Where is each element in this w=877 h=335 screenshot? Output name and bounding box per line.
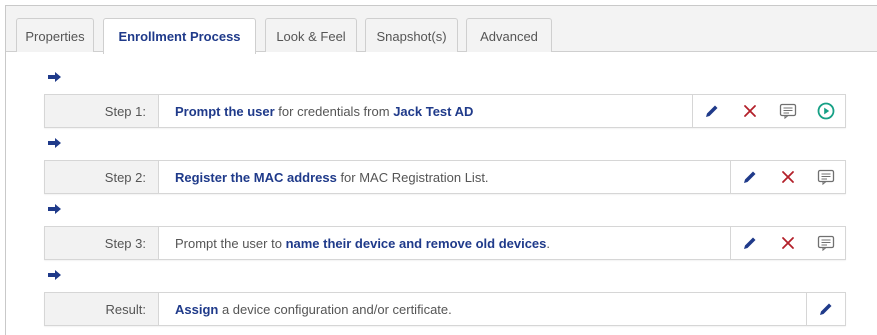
tab-bar: Properties Enrollment Process Look & Fee… [6, 6, 877, 54]
result-row: Result: Assign a device configuration and… [44, 292, 846, 326]
play-icon [817, 102, 835, 120]
step-actions [730, 227, 845, 259]
delete-icon [781, 170, 795, 184]
step-text: Prompt the user to [175, 235, 286, 251]
tab-properties[interactable]: Properties [16, 18, 94, 53]
run-button[interactable] [807, 95, 845, 127]
arrow-right-icon [48, 72, 61, 82]
delete-icon [743, 104, 757, 118]
step-label: Result: [45, 293, 159, 325]
arrow-right-icon [48, 270, 61, 280]
delete-icon [781, 236, 795, 250]
comment-button[interactable] [807, 227, 845, 259]
step-row: Step 2: Register the MAC address for MAC … [44, 160, 846, 194]
enrollment-steps: Step 1: Prompt the user for credentials f… [6, 52, 877, 335]
arrow-right-icon [48, 138, 61, 148]
step-description: Prompt the user to name their device and… [175, 227, 550, 259]
enrollment-panel: Properties Enrollment Process Look & Fee… [5, 5, 877, 335]
step-text-emphasis: Register the MAC address [175, 169, 337, 185]
comment-icon [817, 169, 835, 185]
edit-icon [742, 169, 758, 185]
edit-icon [742, 235, 758, 251]
step-text: for MAC Registration List. [336, 169, 489, 185]
comment-icon [817, 235, 835, 251]
arrow-right-icon [48, 204, 61, 214]
step-description: Assign a device configuration and/or cer… [175, 293, 452, 325]
delete-button[interactable] [731, 95, 769, 127]
step-label: Step 3: [45, 227, 159, 259]
step-actions [730, 161, 845, 193]
step-row: Step 3: Prompt the user to name their dev… [44, 226, 846, 260]
step-actions [806, 293, 845, 325]
step-text: for credentials from [274, 103, 394, 119]
step-text: . [546, 235, 551, 251]
tab-look-and-feel[interactable]: Look & Feel [265, 18, 357, 53]
edit-icon [818, 301, 834, 317]
edit-button[interactable] [731, 227, 769, 259]
edit-button[interactable] [731, 161, 769, 193]
step-text: a device configuration and/or certificat… [218, 301, 452, 317]
comment-icon [779, 103, 797, 119]
edit-button[interactable] [807, 293, 845, 325]
step-description: Prompt the user for credentials from Jac… [175, 95, 473, 127]
step-row: Step 1: Prompt the user for credentials f… [44, 94, 846, 128]
comment-button[interactable] [807, 161, 845, 193]
comment-button[interactable] [769, 95, 807, 127]
step-description: Register the MAC address for MAC Registr… [175, 161, 489, 193]
delete-button[interactable] [769, 227, 807, 259]
step-text-emphasis: name their device and remove old devices [285, 235, 547, 251]
step-text-emphasis: Assign [175, 301, 219, 317]
step-label: Step 2: [45, 161, 159, 193]
step-actions [692, 95, 845, 127]
edit-icon [704, 103, 720, 119]
step-label: Step 1: [45, 95, 159, 127]
tab-snapshots[interactable]: Snapshot(s) [365, 18, 458, 53]
step-text-emphasis: Jack Test AD [393, 103, 474, 119]
delete-button[interactable] [769, 161, 807, 193]
step-text-emphasis: Prompt the user [175, 103, 275, 119]
tab-advanced[interactable]: Advanced [466, 18, 552, 53]
edit-button[interactable] [693, 95, 731, 127]
tab-enrollment-process[interactable]: Enrollment Process [103, 18, 256, 54]
